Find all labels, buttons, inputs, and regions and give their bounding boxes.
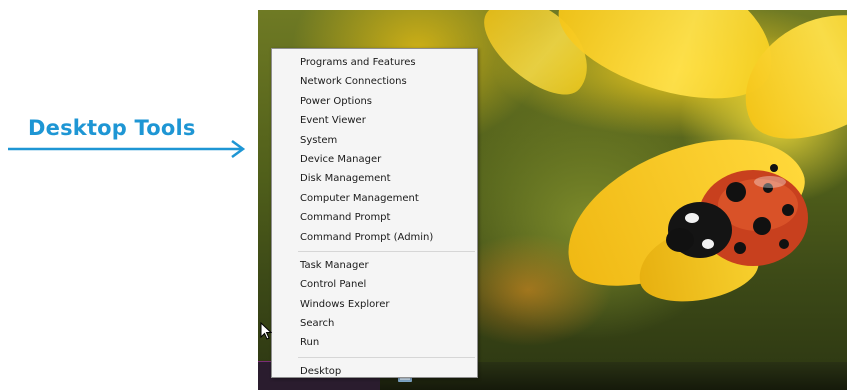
menu-item-windows-explorer[interactable]: Windows Explorer [272,295,477,314]
menu-item-task-manager[interactable]: Task Manager [272,256,477,275]
menu-item-device-manager[interactable]: Device Manager [272,150,477,169]
desktop-tools-callout: Desktop Tools [8,112,248,162]
menu-item-system[interactable]: System [272,131,477,150]
callout-label: Desktop Tools [28,116,196,140]
menu-item-event-viewer[interactable]: Event Viewer [272,111,477,130]
mouse-pointer-icon [260,322,272,340]
menu-item-run[interactable]: Run [272,333,477,352]
ladybug-image [666,164,808,266]
menu-item-network-connections[interactable]: Network Connections [272,72,477,91]
power-user-menu: Programs and Features Network Connections… [271,48,478,378]
menu-separator [298,250,475,252]
menu-item-command-prompt-admin[interactable]: Command Prompt (Admin) [272,228,477,247]
menu-item-control-panel[interactable]: Control Panel [272,275,477,294]
screenshot-stage: Desktop Tools Programs and Features Netw… [0,0,847,390]
menu-item-power-options[interactable]: Power Options [272,92,477,111]
menu-item-programs-and-features[interactable]: Programs and Features [272,53,477,72]
menu-item-command-prompt[interactable]: Command Prompt [272,208,477,227]
menu-item-desktop[interactable]: Desktop [272,362,477,381]
menu-item-disk-management[interactable]: Disk Management [272,169,477,188]
menu-item-computer-management[interactable]: Computer Management [272,189,477,208]
menu-item-search[interactable]: Search [272,314,477,333]
menu-separator [298,356,475,358]
right-arrow-icon [8,139,246,158]
